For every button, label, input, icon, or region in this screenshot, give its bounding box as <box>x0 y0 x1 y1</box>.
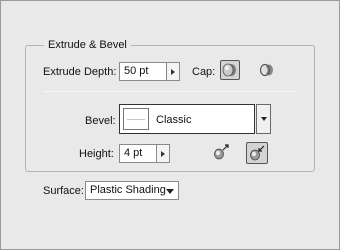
arrow-right-icon <box>161 150 165 157</box>
extrude-depth-input[interactable]: 50 pt <box>119 62 167 81</box>
bevel-preview-swatch <box>123 108 149 130</box>
chevron-down-icon <box>260 117 267 121</box>
cap-off-button[interactable] <box>257 60 277 80</box>
cap-label: Cap: <box>192 66 216 78</box>
cap-off-icon <box>259 63 273 77</box>
surface-value: Plastic Shading <box>90 184 166 196</box>
chevron-down-icon <box>166 189 174 194</box>
group-title: Extrude & Bevel <box>44 39 131 51</box>
cap-on-button[interactable] <box>220 60 240 80</box>
extrude-depth-stepper[interactable] <box>167 62 180 81</box>
height-label: Height: <box>79 148 114 160</box>
extrude-depth-label: Extrude Depth: <box>43 66 117 78</box>
bevel-value: Classic <box>156 114 192 126</box>
height-stepper[interactable] <box>157 144 170 163</box>
bevel-dropdown-button[interactable] <box>256 104 271 134</box>
bevel-extent-out-button[interactable] <box>211 142 231 162</box>
arrow-right-icon <box>171 68 175 75</box>
bevel-extent-in-icon <box>250 145 265 161</box>
bevel-select[interactable]: Classic <box>119 104 255 134</box>
separator <box>43 91 297 92</box>
cap-on-icon <box>222 63 236 77</box>
bevel-label: Bevel: <box>85 115 116 127</box>
bevel-extent-out-icon <box>214 144 229 160</box>
surface-select[interactable]: Plastic Shading <box>85 181 179 200</box>
bevel-extent-in-button[interactable] <box>246 142 268 164</box>
surface-label: Surface: <box>43 185 84 197</box>
height-input[interactable]: 4 pt <box>119 144 157 163</box>
